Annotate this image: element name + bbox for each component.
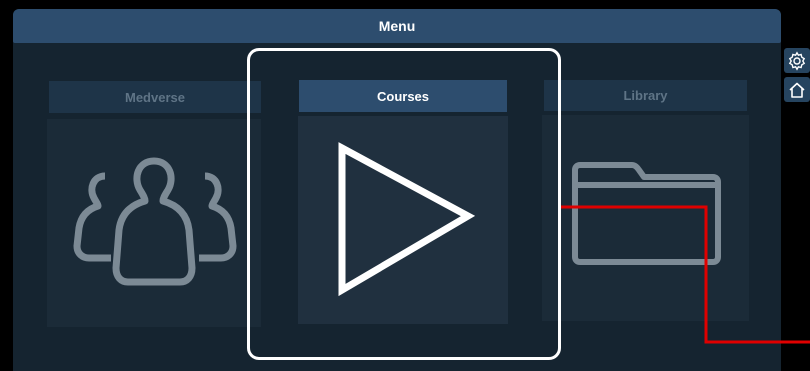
folder-icon — [572, 162, 721, 265]
home-icon — [789, 82, 805, 98]
vr-menu-screen: Menu Medverse Courses Library — [0, 0, 810, 371]
tile-library-label-text: Library — [623, 88, 668, 103]
tile-library-body[interactable] — [542, 115, 749, 321]
settings-button[interactable] — [784, 48, 810, 73]
selection-highlight-frame — [247, 48, 561, 360]
people-group-icon — [73, 157, 237, 286]
tile-library-label: Library — [544, 80, 747, 111]
menu-header: Menu — [13, 9, 781, 43]
home-button[interactable] — [784, 77, 810, 102]
tile-medverse-label-text: Medverse — [125, 89, 185, 105]
menu-title: Menu — [378, 18, 416, 34]
tile-medverse-label: Medverse — [49, 81, 261, 113]
tile-medverse-body[interactable] — [47, 119, 261, 327]
gear-icon — [788, 50, 806, 71]
